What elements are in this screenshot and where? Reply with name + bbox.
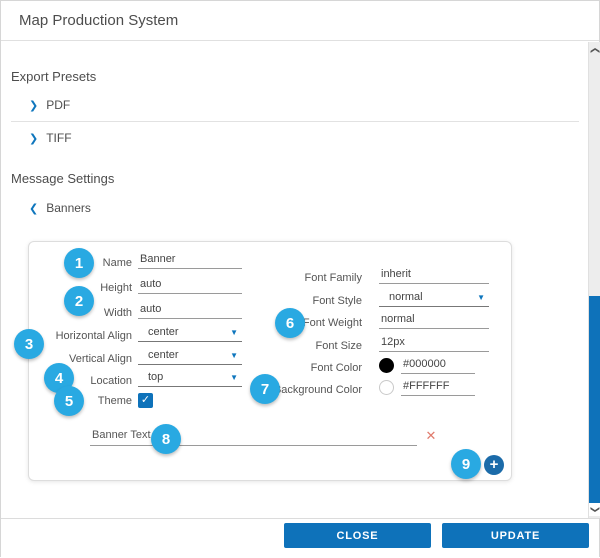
- caret-down-icon: ▼: [230, 351, 238, 361]
- scroll-up-button[interactable]: ❯: [589, 44, 600, 57]
- vertical-scrollbar[interactable]: ❯ ❯: [588, 42, 600, 518]
- vertical-align-value: center: [148, 349, 179, 361]
- callout-7: 7: [250, 374, 280, 404]
- chevron-left-icon: ❮: [29, 202, 38, 215]
- background-color-input[interactable]: [401, 380, 475, 396]
- preset-label-tiff: TIFF: [46, 131, 71, 145]
- font-style-value: normal: [389, 291, 423, 303]
- banner-text-label: Banner Text: [90, 429, 153, 445]
- font-style-select[interactable]: normal ▼: [379, 291, 489, 307]
- callout-5: 5: [54, 386, 84, 416]
- chevron-right-icon: ❯: [29, 132, 38, 145]
- divider: [11, 121, 579, 122]
- callout-6: 6: [275, 308, 305, 338]
- banner-settings-panel: Name Height Width Horizontal Align Verti…: [28, 241, 512, 481]
- font-family-input[interactable]: [379, 268, 489, 284]
- font-color-swatch[interactable]: [379, 358, 394, 373]
- vertical-align-label: Vertical Align: [29, 353, 132, 365]
- add-banner-button[interactable]: +: [484, 455, 504, 475]
- caret-down-icon: ▼: [230, 373, 238, 383]
- font-size-input[interactable]: [379, 336, 489, 352]
- font-color-input[interactable]: [401, 358, 475, 374]
- font-style-label: Font Style: [209, 295, 362, 307]
- font-size-label: Font Size: [209, 340, 362, 352]
- font-family-label: Font Family: [209, 272, 362, 284]
- preset-label-pdf: PDF: [46, 98, 70, 112]
- chevron-right-icon: ❯: [29, 99, 38, 112]
- background-color-swatch[interactable]: [379, 380, 394, 395]
- banners-back-label: Banners: [46, 201, 91, 215]
- close-button[interactable]: CLOSE: [284, 523, 431, 548]
- callout-3: 3: [14, 329, 44, 359]
- check-icon: ✓: [141, 394, 150, 406]
- message-settings-heading: Message Settings: [11, 171, 114, 186]
- plus-icon: +: [490, 456, 499, 473]
- callout-1: 1: [64, 248, 94, 278]
- chevron-down-icon: ❯: [589, 506, 600, 514]
- dialog-footer: CLOSE UPDATE: [1, 518, 599, 558]
- preset-row-tiff[interactable]: ❯ TIFF: [29, 131, 72, 145]
- caret-down-icon: ▼: [477, 293, 485, 303]
- theme-checkbox[interactable]: ✓: [138, 393, 153, 408]
- horizontal-align-value: center: [148, 326, 179, 338]
- location-value: top: [148, 371, 163, 383]
- horizontal-align-label: Horizontal Align: [29, 330, 132, 342]
- scrollbar-thumb[interactable]: [589, 296, 600, 503]
- font-color-label: Font Color: [209, 362, 362, 374]
- dialog-title: Map Production System: [19, 12, 178, 29]
- background-color-label: Background Color: [209, 384, 362, 396]
- name-input[interactable]: [138, 253, 242, 269]
- update-button[interactable]: UPDATE: [442, 523, 589, 548]
- callout-2: 2: [64, 286, 94, 316]
- map-production-system-dialog: Map Production System Export Presets ❯ P…: [0, 0, 600, 557]
- dialog-header: Map Production System: [1, 1, 599, 41]
- banner-text-field[interactable]: Banner Text: [90, 424, 417, 446]
- callout-9: 9: [451, 449, 481, 479]
- banner-text-input[interactable]: [153, 433, 417, 445]
- export-presets-heading: Export Presets: [11, 69, 96, 84]
- close-icon: ✕: [426, 428, 437, 443]
- caret-down-icon: ▼: [230, 328, 238, 338]
- callout-8: 8: [151, 424, 181, 454]
- banners-back-link[interactable]: ❮ Banners: [29, 201, 91, 215]
- remove-banner-button[interactable]: ✕: [423, 428, 439, 444]
- font-weight-input[interactable]: [379, 313, 489, 329]
- preset-row-pdf[interactable]: ❯ PDF: [29, 98, 70, 112]
- scroll-down-button[interactable]: ❯: [589, 503, 600, 516]
- chevron-up-icon: ❯: [589, 47, 600, 55]
